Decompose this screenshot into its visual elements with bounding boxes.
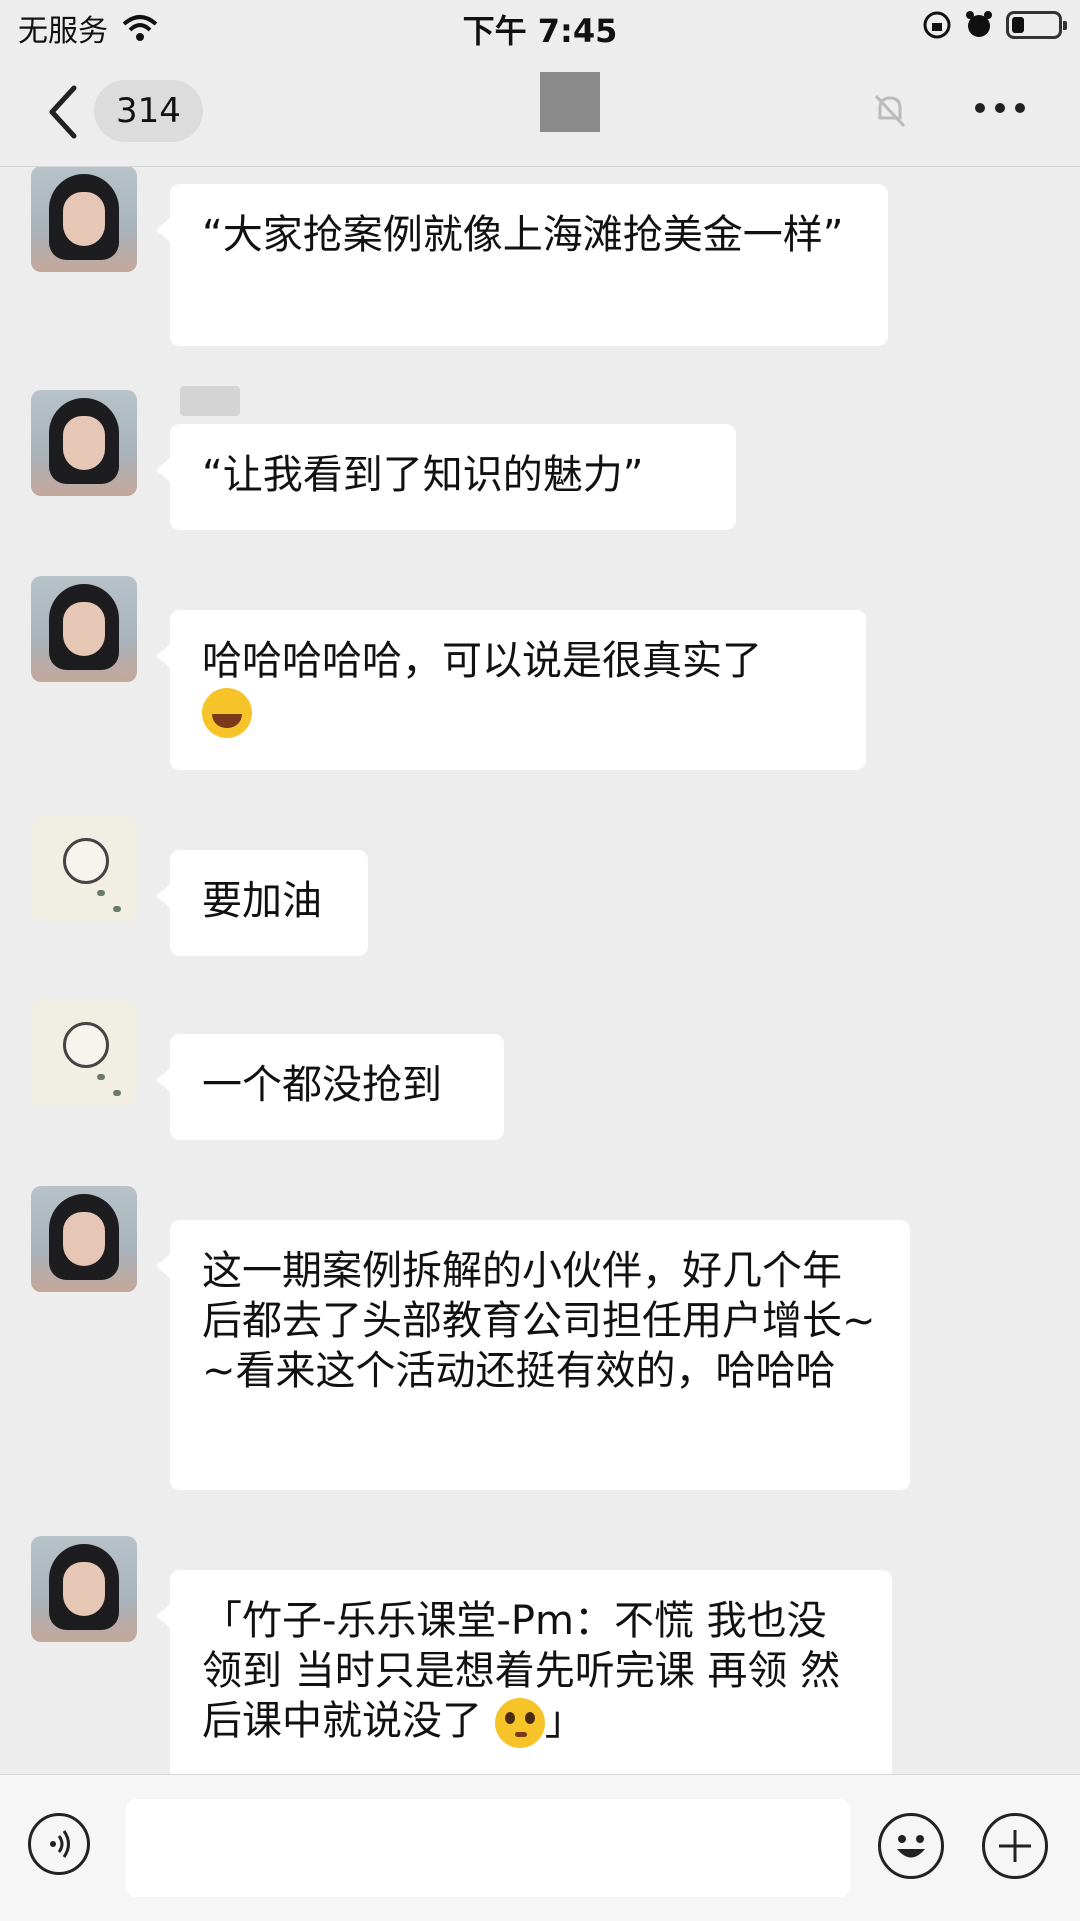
status-bar: 无服务 下午 7:45 xyxy=(0,0,1080,60)
plus-icon[interactable] xyxy=(982,1813,1048,1879)
status-time: 下午 7:45 xyxy=(462,12,618,50)
status-right xyxy=(922,10,1067,40)
alarm-icon xyxy=(966,11,992,37)
girl-avatar[interactable] xyxy=(31,576,137,682)
message-text: “大家抢案例就像上海滩抢美金一样” xyxy=(202,212,844,258)
message-text-end: 」 xyxy=(544,1698,585,1744)
chat-header: 314 xyxy=(0,60,1080,167)
message-text: 一个都没抢到 xyxy=(202,1062,442,1108)
tears-of-joy-emoji-icon xyxy=(202,688,252,738)
sender-name-redacted xyxy=(180,386,240,416)
battery-icon xyxy=(1006,11,1067,39)
girl-avatar[interactable] xyxy=(31,1186,137,1292)
pleading-face-emoji-icon xyxy=(494,1698,545,1748)
message-bubble[interactable]: 一个都没抢到 xyxy=(156,1034,504,1140)
message-text: “让我看到了知识的魅力” xyxy=(202,452,644,498)
more-dots-icon[interactable] xyxy=(970,88,1030,128)
message-bubble[interactable]: 哈哈哈哈哈，可以说是很真实了 xyxy=(156,610,866,770)
message-bubble[interactable]: 要加油 xyxy=(156,850,368,956)
input-bar xyxy=(0,1774,1080,1921)
message-text: 这一期案例拆解的小伙伴，好几个年后都去了头部教育公司担任用户增长~~看来这个活动… xyxy=(202,1248,876,1394)
message-bubble[interactable]: 这一期案例拆解的小伙伴，好几个年后都去了头部教育公司担任用户增长~~看来这个活动… xyxy=(156,1220,910,1490)
baby-avatar[interactable] xyxy=(31,816,137,922)
message-bubble[interactable]: 「竹子-乐乐课堂-Pm：不慌 我也没领到 当时只是想着先听完课 再领 然后课中就… xyxy=(156,1570,892,1774)
girl-avatar[interactable] xyxy=(31,390,137,496)
message-bubble[interactable]: “让我看到了知识的魅力” xyxy=(156,424,736,530)
message-text: 要加油 xyxy=(202,878,322,924)
girl-avatar[interactable] xyxy=(31,166,137,272)
mute-bell-icon xyxy=(874,94,906,128)
voice-icon[interactable] xyxy=(28,1813,90,1875)
message-list: “大家抢案例就像上海滩抢美金一样” “让我看到了知识的魅力” 哈哈哈哈哈，可以说… xyxy=(0,166,1080,1774)
message-bubble[interactable]: “大家抢案例就像上海滩抢美金一样” xyxy=(156,184,888,346)
girl-avatar[interactable] xyxy=(31,1536,137,1642)
chevron-left-icon[interactable] xyxy=(44,82,84,142)
message-input[interactable] xyxy=(126,1799,850,1897)
rotation-lock-icon xyxy=(923,11,951,39)
baby-avatar[interactable] xyxy=(31,1000,137,1106)
message-text: 哈哈哈哈哈，可以说是很真实了 xyxy=(202,638,762,684)
smiley-icon[interactable] xyxy=(878,1813,944,1879)
unread-count-badge[interactable]: 314 xyxy=(94,80,203,142)
chat-title-redacted xyxy=(540,72,600,132)
